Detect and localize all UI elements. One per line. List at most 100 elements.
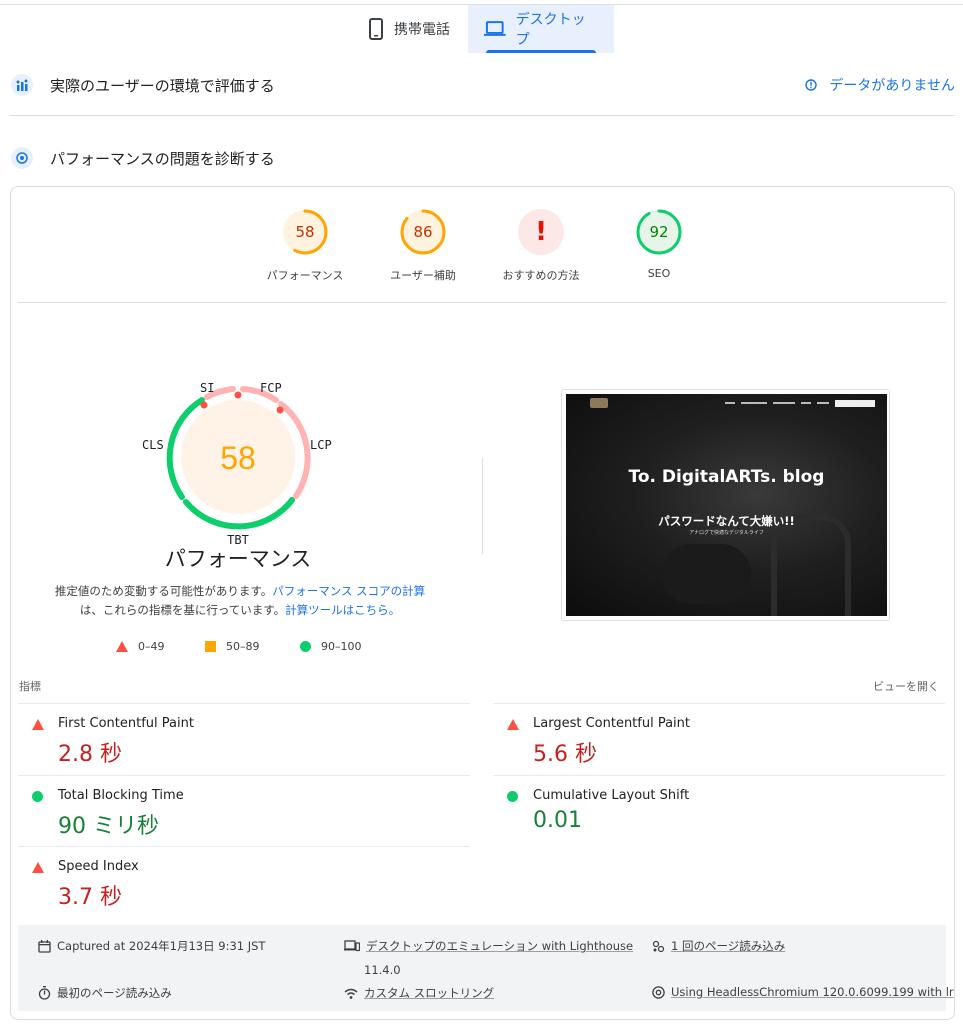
metric-fcp-value: 2.8 秒 — [58, 742, 122, 767]
gauge-best-practices-value: ! — [535, 217, 547, 247]
tab-mobile[interactable]: 携帯電話 — [352, 5, 468, 53]
chrome-icon — [652, 985, 665, 999]
field-data-title: 実際のユーザーの環境で評価する — [50, 76, 275, 95]
note-middle: は、これらの指標を基に行っています。 — [79, 603, 286, 617]
score-calc-link[interactable]: パフォーマンス スコアの計算 — [272, 584, 425, 598]
note-prefix: 推定値のため変動する可能性があります。 — [54, 584, 273, 598]
vertical-divider — [482, 458, 483, 554]
gauge-performance-label: パフォーマンス — [266, 269, 344, 282]
calendar-icon — [38, 939, 51, 953]
gauge-accessibility[interactable]: 86 ユーザー補助 — [368, 208, 478, 283]
page-loads-text: 1 回のページ読み込み — [671, 939, 786, 953]
tab-desktop[interactable]: デスクトップ — [468, 5, 614, 53]
gauge-seo-value: 92 — [649, 223, 669, 241]
arc-label-cls: CLS — [142, 438, 164, 452]
gauge-seo-label: SEO — [647, 267, 671, 280]
pass-circle-icon — [300, 641, 311, 652]
arc-label-lcp: LCP — [310, 438, 332, 452]
emulation-text: デスクトップのエミュレーション with Lighthouse — [366, 939, 634, 953]
pass-circle-icon — [32, 791, 43, 802]
legend-fail: 0–49 — [116, 640, 165, 653]
legend-pass-label: 90–100 — [321, 640, 362, 653]
legend-average-label: 50–89 — [226, 640, 260, 653]
users-chart-icon — [11, 74, 33, 96]
screenshot-nav-item — [725, 402, 735, 404]
performance-score-value: 58 — [220, 440, 256, 476]
lab-diagnose-icon — [11, 147, 33, 169]
info-icon — [805, 79, 818, 91]
legend-average: 50–89 — [205, 640, 260, 653]
timer-icon — [38, 986, 51, 1000]
lighthouse-version-text: 11.4.0 — [364, 963, 401, 977]
score-gauges: 58 パフォーマンス 86 ユーザー補助 ! おすすめの方法 92 SEO — [0, 208, 963, 288]
metric-si-value: 3.7 秒 — [58, 885, 122, 910]
screenshot-nav-item — [773, 402, 795, 404]
fail-triangle-icon — [32, 862, 44, 873]
browser-text: Using HeadlessChromium 120.0.6099.199 wi… — [671, 985, 954, 999]
score-legend: 0–49 50–89 90–100 — [100, 640, 400, 658]
arc-label-fcp: FCP — [260, 381, 282, 395]
page-screenshot[interactable]: To. DigitalARTs. blog パスワードなんて大嫌い!! アナログ… — [561, 389, 890, 621]
metric-fcp[interactable]: First Contentful Paint 2.8 秒 — [18, 703, 470, 774]
arc-dot-si — [200, 401, 208, 409]
metric-lcp[interactable]: Largest Contentful Paint 5.6 秒 — [493, 703, 945, 774]
metric-si[interactable]: Speed Index 3.7 秒 — [18, 846, 470, 917]
expand-view-toggle[interactable]: ビューを開く — [873, 678, 939, 694]
phone-icon — [369, 18, 383, 40]
lab-data-title: パフォーマンスの問題を診断する — [50, 149, 275, 168]
gauge-best-practices[interactable]: ! おすすめの方法 — [486, 208, 596, 283]
performance-metric-gauge: SI FCP LCP CLS TBT 58 — [142, 381, 332, 547]
screenshot-nav-item — [801, 402, 811, 404]
screenshot-blog-title: To. DigitalARTs. blog — [628, 467, 825, 487]
screenshot-nav-item — [741, 402, 767, 404]
browser-info[interactable]: Using HeadlessChromium 120.0.6099.199 wi… — [652, 985, 954, 999]
metric-lcp-value: 5.6 秒 — [533, 742, 597, 767]
score-note: 推定値のため変動する可能性があります。パフォーマンス スコアの計算 は、これらの… — [30, 582, 450, 620]
lighthouse-version: 11.4.0 — [364, 963, 401, 977]
gauge-seo[interactable]: 92 SEO — [604, 208, 714, 280]
metric-fcp-label: First Contentful Paint — [58, 716, 194, 731]
captured-at-text: Captured at 2024年1月13日 9:31 JST — [57, 939, 266, 953]
initial-load-info: 最初のページ読み込み — [38, 985, 172, 1001]
page-loads-icon — [652, 940, 665, 952]
throttling-text: カスタム スロットリング — [364, 986, 495, 1000]
fail-triangle-icon — [32, 719, 44, 730]
metric-cls-value: 0.01 — [533, 808, 582, 833]
screenshot-subtitle: パスワードなんて大嫌い!! — [658, 514, 795, 528]
metric-tbt[interactable]: Total Blocking Time 90 ミリ秒 — [18, 775, 470, 846]
gauge-accessibility-value: 86 — [413, 223, 433, 241]
emulation-info[interactable]: デスクトップのエミュレーション with Lighthouse — [344, 938, 633, 954]
gauge-performance[interactable]: 58 パフォーマンス — [250, 208, 360, 283]
section-divider — [10, 115, 955, 116]
wifi-icon — [344, 988, 358, 999]
metric-cls-label: Cumulative Layout Shift — [533, 788, 690, 803]
tab-desktop-label: デスクトップ — [515, 12, 586, 48]
lab-data-header: パフォーマンスの問題を診断する — [10, 143, 955, 173]
no-data-indicator[interactable]: データがありません — [805, 75, 955, 95]
metric-tbt-label: Total Blocking Time — [58, 788, 184, 803]
performance-title: パフォーマンス — [164, 547, 312, 571]
gauge-performance-value: 58 — [295, 223, 315, 241]
metric-cls[interactable]: Cumulative Layout Shift 0.01 — [493, 775, 945, 846]
runtime-settings: Captured at 2024年1月13日 9:31 JST デスクトップのエ… — [18, 925, 954, 1011]
throttling-info[interactable]: カスタム スロットリング — [344, 985, 494, 1001]
screenshot-search-box — [835, 399, 875, 407]
metric-tbt-value: 90 ミリ秒 — [58, 814, 159, 839]
calculator-link[interactable]: 計算ツールはこちら。 — [285, 603, 400, 617]
device-tabs: 携帯電話 デスクトップ — [0, 5, 963, 53]
legend-fail-label: 0–49 — [138, 640, 165, 653]
no-data-text: データがありません — [829, 78, 955, 94]
screenshot-image: To. DigitalARTs. blog パスワードなんて大嫌い!! アナログ… — [566, 394, 887, 616]
tab-mobile-label: 携帯電話 — [394, 22, 450, 38]
metrics-title: 指標 — [19, 680, 41, 693]
gauge-accessibility-label: ユーザー補助 — [390, 269, 456, 282]
initial-load-text: 最初のページ読み込み — [57, 986, 172, 1000]
metrics-header: 指標 ビューを開く — [19, 678, 939, 694]
page-loads-info[interactable]: 1 回のページ読み込み — [652, 938, 785, 954]
arc-dot-lcp — [276, 406, 284, 414]
gauges-divider — [18, 302, 946, 303]
fail-triangle-icon — [116, 641, 128, 652]
screenshot-tagline: アナログで快適なデジタルライフ — [689, 530, 764, 536]
pass-circle-icon — [507, 791, 518, 802]
screenshot-nav-item — [817, 402, 829, 404]
